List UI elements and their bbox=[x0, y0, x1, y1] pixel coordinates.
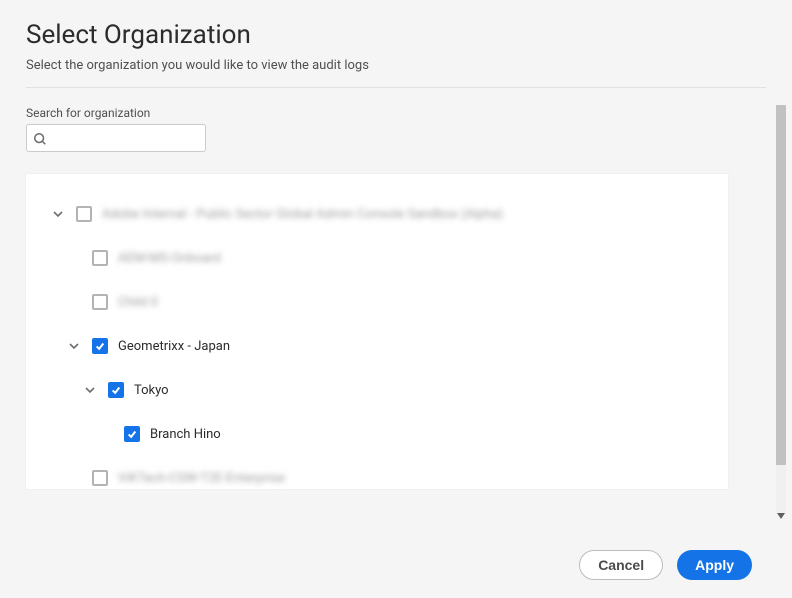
tree-row[interactable]: ViKTech-CSW-T2E-Enterprise bbox=[26, 456, 728, 489]
checkbox[interactable] bbox=[76, 206, 92, 222]
checkbox[interactable] bbox=[108, 382, 124, 398]
checkbox[interactable] bbox=[92, 294, 108, 310]
search-label: Search for organization bbox=[26, 106, 766, 120]
org-tree: Adobe Internal - Public Sector Global Ad… bbox=[26, 174, 728, 489]
chevron-down-icon[interactable] bbox=[78, 384, 102, 396]
tree-row[interactable]: Adobe Internal - Public Sector Global Ad… bbox=[26, 192, 728, 236]
scroll-down-icon[interactable] bbox=[776, 506, 786, 516]
divider bbox=[26, 87, 766, 88]
search-icon bbox=[33, 131, 47, 145]
dialog-footer: Cancel Apply bbox=[0, 550, 792, 598]
cancel-button[interactable]: Cancel bbox=[579, 550, 663, 580]
tree-row[interactable]: Tokyo bbox=[26, 368, 728, 412]
org-label: Geometrixx - Japan bbox=[118, 339, 230, 354]
tree-row[interactable]: Branch Hino bbox=[26, 412, 728, 456]
content-area: Search for organization Adobe Internal -… bbox=[0, 106, 792, 489]
chevron-down-icon[interactable] bbox=[46, 208, 70, 220]
scrollbar-thumb[interactable] bbox=[776, 105, 786, 465]
org-label: Branch Hino bbox=[150, 427, 221, 442]
checkbox[interactable] bbox=[92, 338, 108, 354]
search-field-wrap bbox=[26, 124, 206, 152]
apply-button[interactable]: Apply bbox=[677, 550, 752, 580]
org-label: AEM-MS-Onboard bbox=[118, 251, 221, 266]
tree-row[interactable]: Geometrixx - Japan bbox=[26, 324, 728, 368]
dialog-header: Select Organization Select the organizat… bbox=[0, 0, 792, 88]
dialog-title: Select Organization bbox=[26, 20, 766, 50]
org-label: Child 0 bbox=[118, 295, 158, 310]
checkbox[interactable] bbox=[92, 470, 108, 486]
tree-row[interactable]: AEM-MS-Onboard bbox=[26, 236, 728, 280]
tree-row[interactable]: Child 0 bbox=[26, 280, 728, 324]
checkbox[interactable] bbox=[124, 426, 140, 442]
dialog-subtitle: Select the organization you would like t… bbox=[26, 58, 766, 73]
org-label: ViKTech-CSW-T2E-Enterprise bbox=[118, 471, 285, 486]
org-label: Tokyo bbox=[134, 383, 169, 398]
chevron-down-icon[interactable] bbox=[62, 340, 86, 352]
org-label: Adobe Internal - Public Sector Global Ad… bbox=[102, 207, 503, 222]
search-input[interactable] bbox=[26, 124, 206, 152]
checkbox[interactable] bbox=[92, 250, 108, 266]
